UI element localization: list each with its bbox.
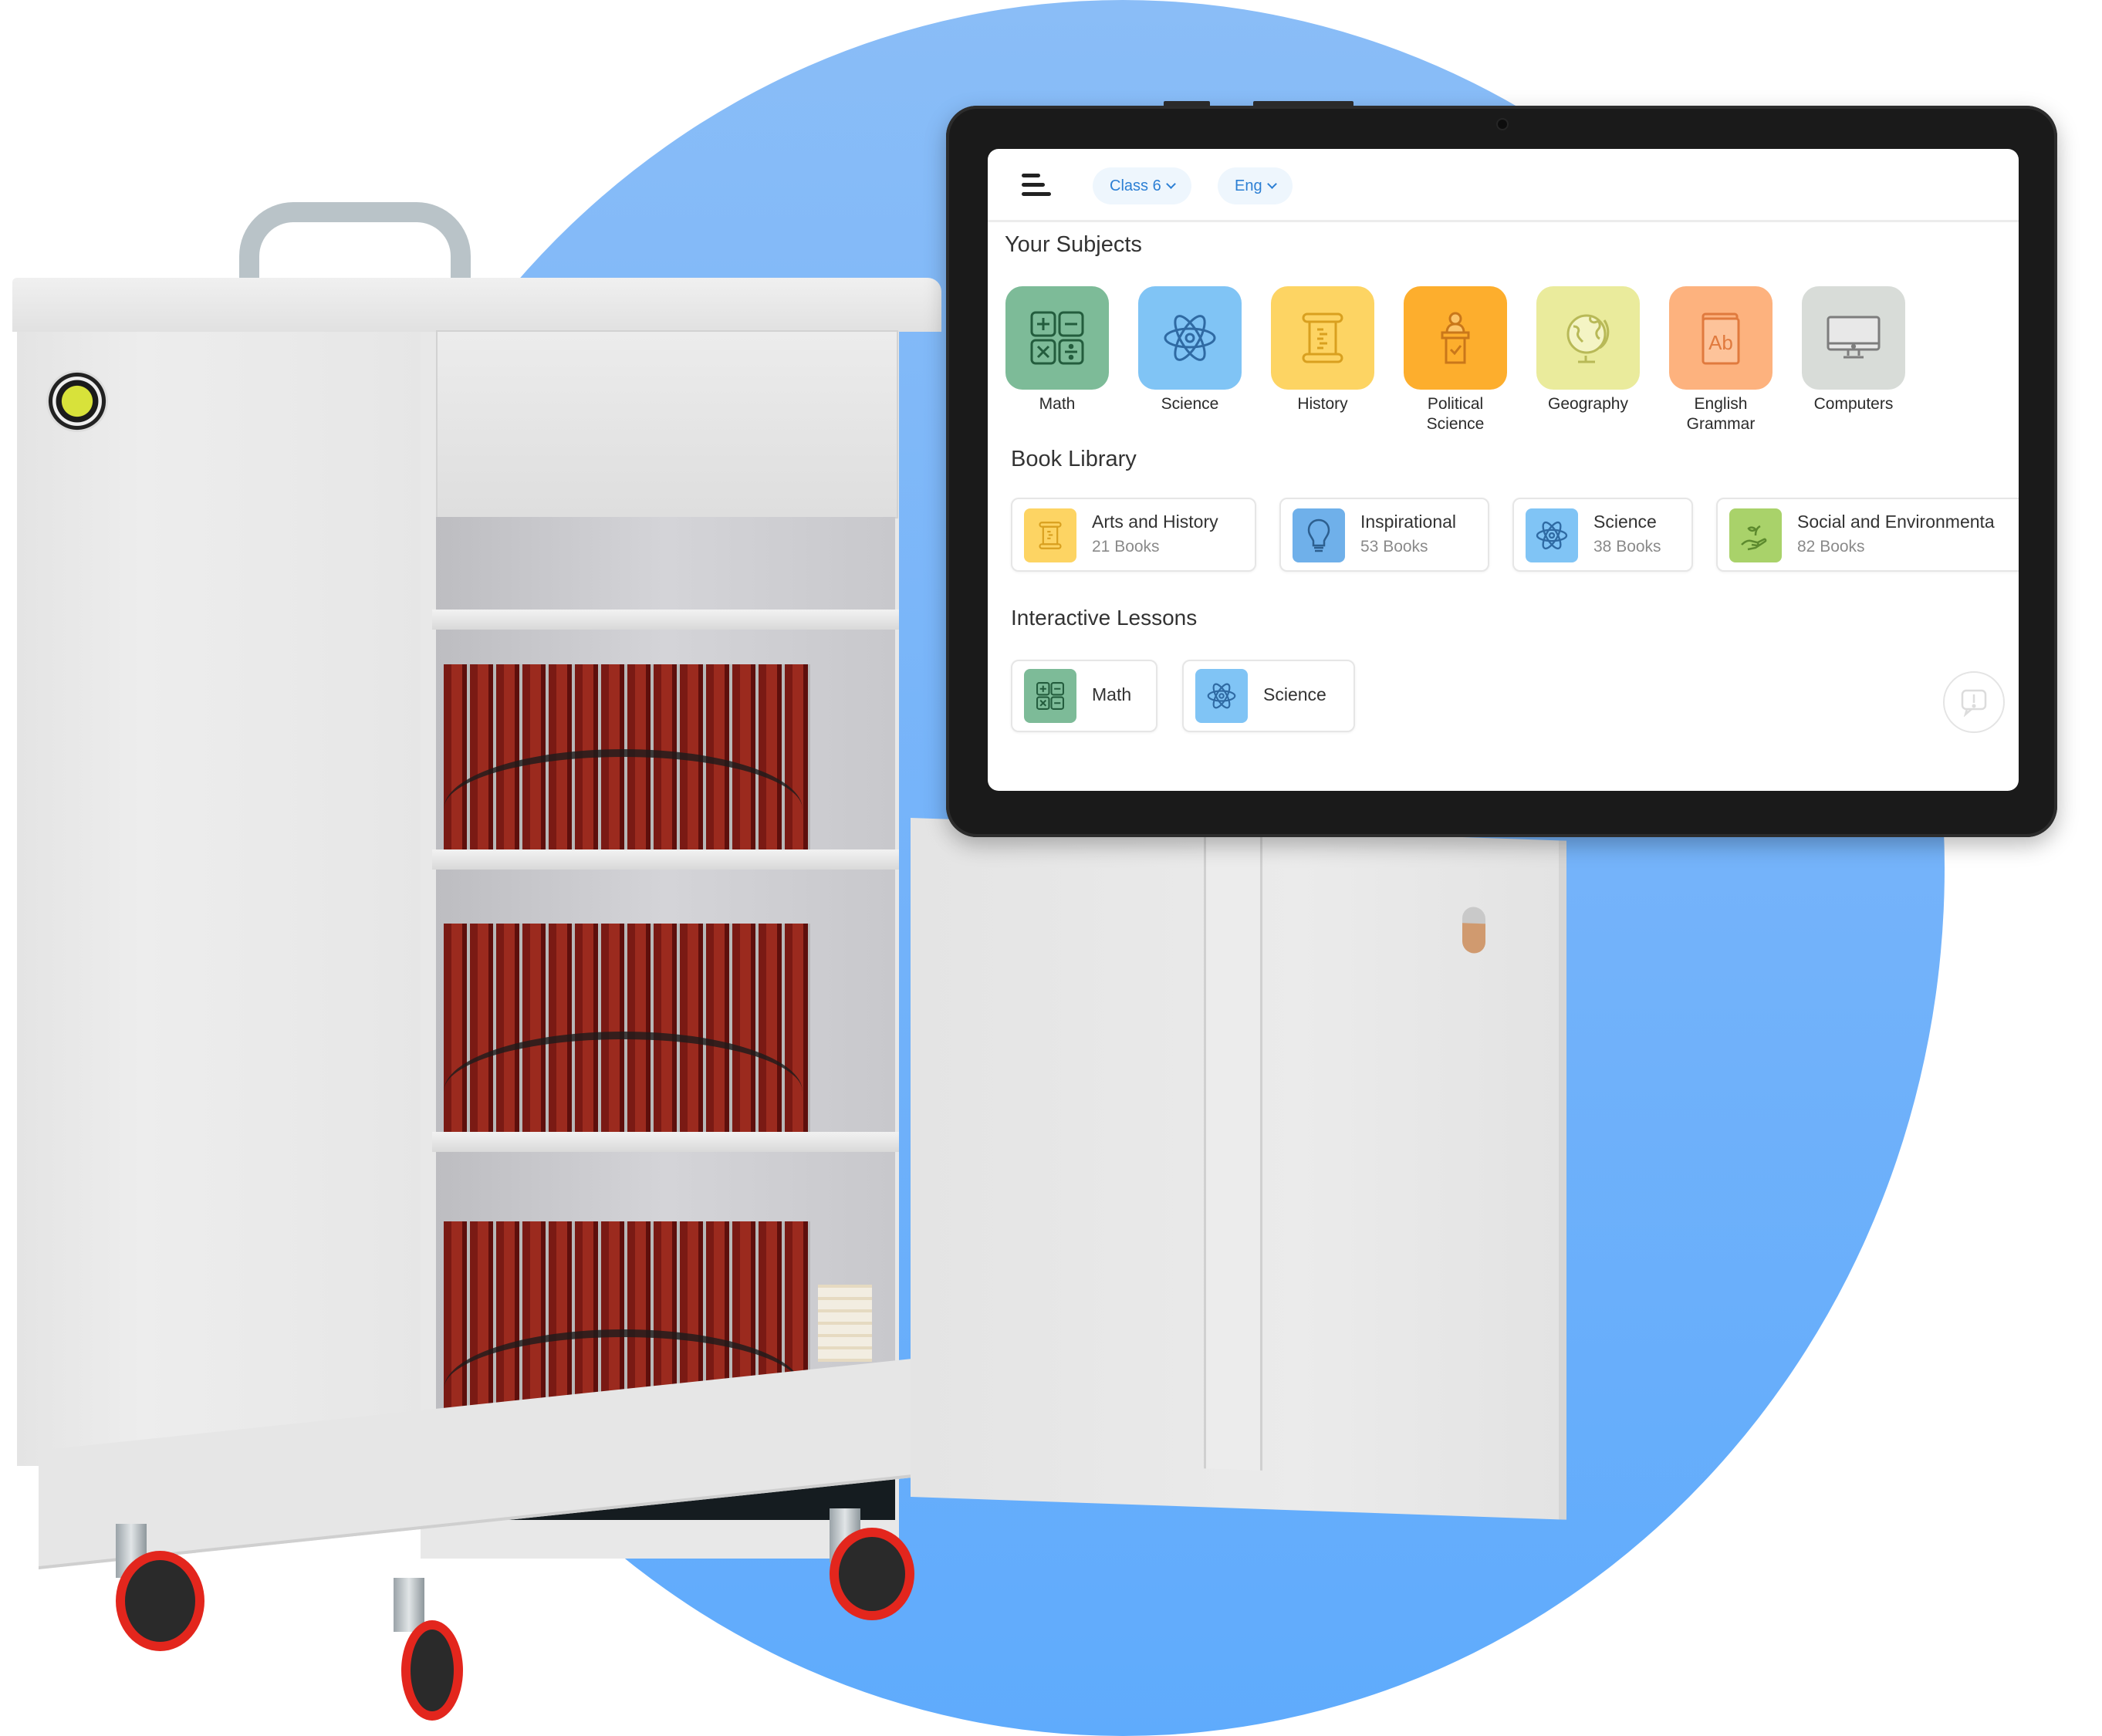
- subject-geography[interactable]: Geography: [1536, 286, 1641, 414]
- volume-button: [1164, 101, 1210, 106]
- lightbulb-icon: [1307, 518, 1330, 552]
- library-card-title: Science: [1593, 512, 1657, 532]
- language-dropdown[interactable]: Eng: [1218, 167, 1293, 204]
- feedback-button[interactable]: [1943, 671, 2005, 733]
- subject-math[interactable]: Math: [1005, 286, 1110, 414]
- charging-cart-image: [0, 0, 949, 1728]
- plant-hand-icon: [1741, 525, 1767, 551]
- subject-label: History: [1297, 395, 1348, 413]
- device-bay: [436, 870, 895, 1132]
- book-ab-icon: Ab: [1702, 312, 1740, 365]
- subject-label: Science: [1161, 395, 1219, 413]
- library-heading: Book Library: [1011, 447, 1137, 471]
- chevron-down-icon: [1165, 179, 1176, 189]
- library-card-inspirational[interactable]: Inspirational 53 Books: [1279, 498, 1489, 572]
- lesson-card-title: Science: [1263, 684, 1326, 704]
- lesson-card-title: Math: [1092, 684, 1132, 704]
- cart-door: [911, 818, 1566, 1520]
- library-card-icon: [1526, 508, 1578, 562]
- shelf: [432, 849, 899, 870]
- library-card-social-environmental[interactable]: Social and Environmenta 82 Books: [1716, 498, 2019, 572]
- lesson-card-math[interactable]: Math: [1011, 660, 1157, 732]
- library-card-title: Inspirational: [1360, 512, 1457, 532]
- atom-icon: [1536, 521, 1568, 550]
- hamburger-menu-icon[interactable]: [1022, 174, 1051, 197]
- door-rib: [1204, 828, 1262, 1471]
- library-card-title: Arts and History: [1092, 512, 1218, 532]
- lesson-card-science[interactable]: Science: [1182, 660, 1355, 732]
- podium-icon: [1441, 312, 1470, 364]
- class-dropdown-label: Class 6: [1110, 177, 1161, 194]
- app-screen: Class 6 Eng Your Subjects Math Science H…: [988, 149, 2019, 791]
- library-card-title: Social and Environmenta: [1797, 512, 1995, 532]
- power-button: [1253, 101, 1353, 106]
- calculator-icon: [1030, 311, 1084, 365]
- svg-text:Ab: Ab: [1708, 331, 1733, 354]
- monitor-icon: [1827, 316, 1881, 359]
- subject-science[interactable]: Science: [1137, 286, 1242, 414]
- lock-icon: [1462, 906, 1485, 954]
- chevron-down-icon: [1266, 179, 1277, 189]
- library-card-icon: [1293, 508, 1345, 562]
- wheel: [401, 1620, 463, 1721]
- cart-drawer: [436, 330, 898, 518]
- calculator-icon: [1036, 682, 1064, 710]
- lesson-card-icon: [1195, 669, 1248, 723]
- subject-label: Computers: [1813, 395, 1894, 413]
- shelf: [432, 610, 899, 630]
- subject-tile: [1802, 286, 1905, 390]
- subject-tile: [1404, 286, 1507, 390]
- shelf: [432, 1132, 899, 1152]
- subjects-heading: Your Subjects: [1005, 232, 1142, 257]
- subject-tile: [1271, 286, 1374, 390]
- subject-tile: Ab: [1669, 286, 1773, 390]
- lessons-heading: Interactive Lessons: [1011, 606, 1198, 630]
- scroll-icon: [1302, 312, 1343, 363]
- vent-grille: [818, 1285, 872, 1362]
- library-card-count: 53 Books: [1360, 538, 1428, 556]
- atom-icon: [1207, 683, 1236, 709]
- subject-english-grammar[interactable]: Ab English Grammar: [1668, 286, 1773, 434]
- subject-political-science[interactable]: Political Science: [1403, 286, 1508, 434]
- library-card-icon: [1729, 508, 1782, 562]
- top-bar: Class 6 Eng: [988, 149, 2019, 222]
- empty-bay: [436, 517, 895, 610]
- cart-top: [12, 278, 941, 332]
- language-dropdown-label: Eng: [1235, 177, 1262, 194]
- library-card-science[interactable]: Science 38 Books: [1512, 498, 1693, 572]
- subject-computers[interactable]: Computers: [1801, 286, 1906, 414]
- device-bay: [436, 630, 895, 849]
- globe-icon: [1566, 314, 1610, 363]
- subject-tile: [1536, 286, 1640, 390]
- library-card-count: 21 Books: [1092, 538, 1160, 556]
- feedback-alert-icon: [1961, 689, 1987, 717]
- subject-tile: [1005, 286, 1109, 390]
- subject-label: Math: [1039, 395, 1076, 413]
- wheel: [116, 1551, 204, 1651]
- library-card-icon: [1024, 508, 1076, 562]
- subject-tile: [1138, 286, 1242, 390]
- subject-history[interactable]: History: [1270, 286, 1375, 414]
- library-card-count: 38 Books: [1593, 538, 1661, 556]
- library-card-count: 82 Books: [1797, 538, 1865, 556]
- fan-icon: [46, 370, 108, 432]
- tablet-device: Class 6 Eng Your Subjects Math Science H…: [946, 101, 2057, 837]
- scroll-icon: [1039, 522, 1062, 549]
- atom-icon: [1164, 315, 1216, 361]
- subject-label: English Grammar: [1686, 395, 1756, 433]
- wheel: [830, 1528, 914, 1620]
- class-dropdown[interactable]: Class 6: [1093, 167, 1191, 204]
- camera-icon: [1498, 120, 1507, 129]
- library-card-arts-history[interactable]: Arts and History 21 Books: [1011, 498, 1256, 572]
- lesson-card-icon: [1024, 669, 1076, 723]
- subject-label: Geography: [1548, 395, 1628, 413]
- cart-side-panel: [17, 324, 434, 1466]
- subject-label: Political Science: [1426, 395, 1485, 433]
